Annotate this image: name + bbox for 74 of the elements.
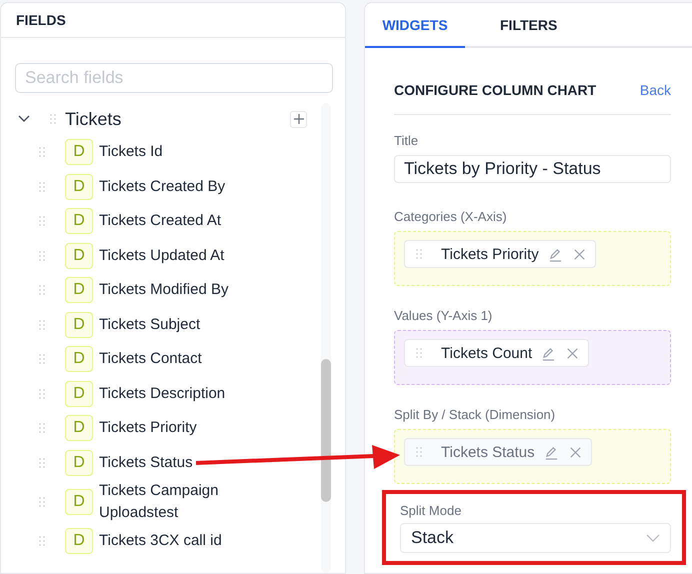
drag-handle-icon[interactable] [416, 447, 422, 457]
field-label: Values (Y-Axis 1) [394, 308, 492, 323]
field-item[interactable]: Tickets 3CX call id [99, 530, 222, 552]
type-badge: D [65, 208, 93, 234]
drop-zone[interactable]: Tickets Count [394, 330, 671, 385]
close-icon[interactable] [565, 346, 580, 360]
field-item[interactable]: Tickets Created At [99, 210, 221, 232]
drag-handle-icon[interactable] [39, 423, 45, 434]
drag-handle-icon[interactable] [39, 320, 45, 330]
drag-handle-icon[interactable] [39, 388, 45, 399]
field-label: Title [394, 133, 418, 148]
drag-handle-icon[interactable] [39, 536, 45, 546]
type-badge: D [65, 139, 93, 166]
scrollbar-thumb[interactable] [321, 359, 331, 502]
drag-handle-icon[interactable] [416, 348, 422, 358]
drag-handle-icon[interactable] [39, 458, 45, 468]
type-badge: D [65, 450, 93, 476]
field-item[interactable]: Tickets Subject [99, 314, 200, 336]
type-badge: D [65, 380, 93, 407]
field-chip[interactable]: Tickets Status [404, 438, 592, 466]
drag-handle-icon[interactable] [39, 354, 45, 364]
split-mode-select[interactable]: Stack [400, 523, 671, 553]
type-badge: D [65, 346, 93, 372]
field-item[interactable]: Tickets Priority [99, 417, 197, 440]
type-badge: D [65, 312, 93, 338]
chip-label: Tickets Priority [441, 246, 539, 262]
chip-label: Tickets Status [441, 444, 535, 460]
search-field[interactable]: Search fields [15, 63, 333, 93]
field-label: Split Mode [400, 503, 462, 518]
drag-handle-icon[interactable] [39, 147, 45, 158]
field-item[interactable]: Tickets Modified By [99, 279, 228, 302]
field-label: Categories (X-Axis) [394, 209, 507, 224]
add-button[interactable] [290, 110, 308, 128]
section-heading: CONFIGURE COLUMN CHART [394, 82, 596, 98]
title-input[interactable]: Tickets by Priority - Status [394, 155, 671, 183]
close-icon[interactable] [572, 246, 587, 262]
panel-title: FIELDS [16, 12, 66, 28]
field-chip[interactable]: Tickets Count [404, 339, 590, 367]
drag-handle-icon[interactable] [39, 182, 45, 192]
drag-handle-icon[interactable] [39, 285, 45, 296]
drag-handle-icon[interactable] [39, 216, 45, 226]
field-item[interactable]: Tickets Id [99, 141, 163, 164]
field-chip[interactable]: Tickets Priority [404, 240, 596, 268]
close-icon[interactable] [568, 444, 583, 460]
back-link[interactable]: Back [640, 82, 671, 98]
field-item[interactable]: Tickets Description [99, 382, 226, 405]
field-item[interactable]: Tickets Status [99, 452, 193, 474]
drop-zone[interactable]: Tickets Status [394, 429, 671, 484]
drag-handle-icon[interactable] [416, 249, 422, 259]
drag-handle-icon[interactable] [39, 497, 45, 507]
type-badge: D [65, 242, 93, 269]
drop-zone[interactable]: Tickets Priority [394, 231, 671, 286]
drag-handle-icon[interactable] [39, 250, 45, 261]
edit-icon[interactable] [544, 444, 559, 460]
tab[interactable]: WIDGETS [365, 3, 465, 48]
chevron-down-icon [646, 534, 660, 542]
edit-icon[interactable] [548, 246, 563, 262]
chevron-icon[interactable] [18, 115, 30, 123]
chip-label: Tickets Count [441, 344, 532, 362]
field-item[interactable]: Tickets Campaign Uploadstest [99, 480, 249, 524]
type-badge: D [65, 277, 93, 304]
field-label: Split By / Stack (Dimension) [394, 407, 556, 422]
type-badge: D [65, 415, 93, 442]
group-name[interactable]: Tickets [65, 108, 290, 130]
edit-icon[interactable] [541, 346, 556, 360]
plus-icon [294, 114, 304, 124]
type-badge: D [65, 174, 93, 200]
type-badge: D [65, 489, 93, 515]
drag-handle-icon[interactable] [50, 114, 56, 124]
field-item[interactable]: Tickets Created By [99, 176, 226, 198]
type-badge: D [65, 528, 93, 554]
field-item[interactable]: Tickets Contact [99, 348, 202, 370]
tab[interactable]: FILTERS [485, 3, 572, 48]
field-item[interactable]: Tickets Updated At [99, 244, 224, 267]
